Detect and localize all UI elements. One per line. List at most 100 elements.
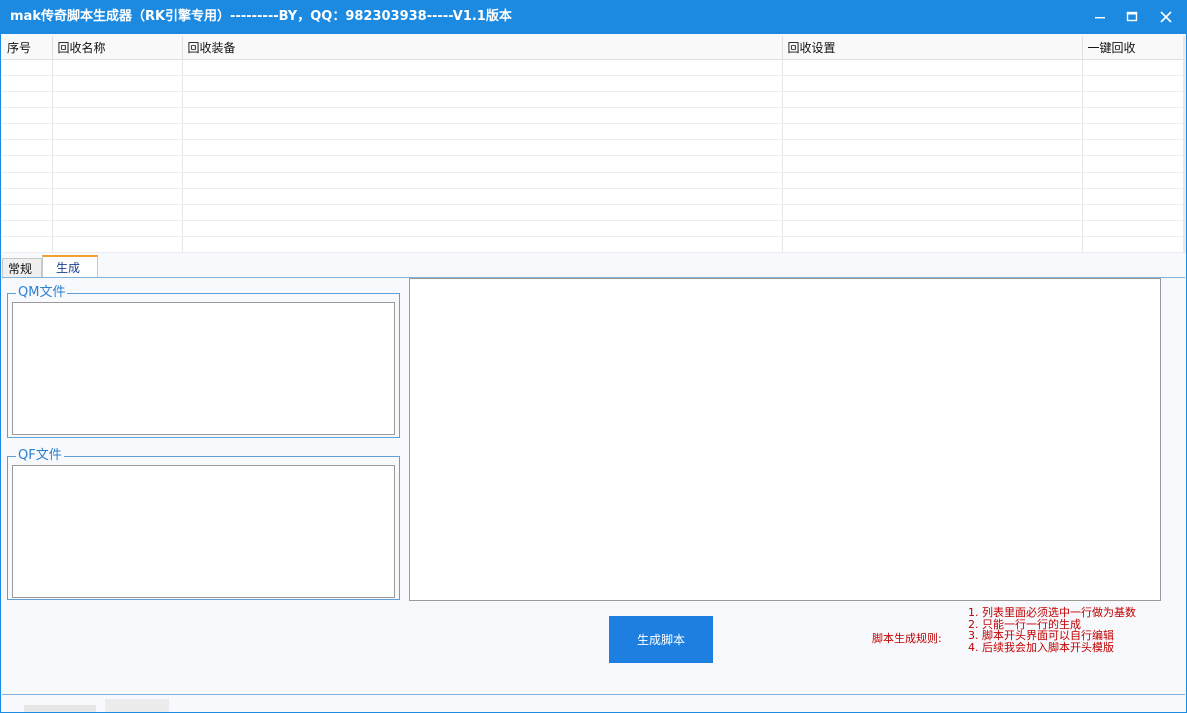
table-row[interactable]: [2, 204, 1184, 221]
table-cell: [2, 172, 53, 189]
tab-generate[interactable]: 生成: [42, 255, 98, 279]
qm-file-textarea[interactable]: [12, 302, 395, 435]
table-cell: [2, 204, 53, 221]
qm-file-label: QM文件: [16, 285, 68, 301]
table-row[interactable]: [2, 220, 1184, 237]
table-cell: [1082, 59, 1184, 77]
column-header-name[interactable]: 回收名称: [52, 36, 183, 60]
table-cell: [782, 236, 1083, 254]
column-header-one-click[interactable]: 一键回收: [1082, 36, 1184, 60]
recycle-grid[interactable]: 序号 回收名称 回收装备 回收设置 一键回收: [2, 36, 1184, 254]
table-row[interactable]: [2, 188, 1184, 205]
table-cell: [52, 107, 183, 125]
rule-item: 3. 脚本开头界面可以自行编辑: [968, 629, 1114, 642]
table-cell: [182, 204, 783, 221]
table-cell: [182, 236, 783, 254]
table-cell: [52, 236, 183, 254]
table-cell: [782, 188, 1083, 205]
table-cell: [782, 59, 1083, 77]
rules-list: 1. 列表里面必须选中一行做为基数 2. 只能一行一行的生成 3. 脚本开头界面…: [968, 607, 1136, 653]
table-cell: [1082, 123, 1184, 141]
table-cell: [2, 75, 53, 93]
window-title: mak传奇脚本生成器（RK引擎专用）---------BY，QQ：9823039…: [10, 9, 512, 24]
table-cell: [1082, 107, 1184, 125]
rules-label: 脚本生成规则:: [872, 632, 942, 645]
table-cell: [52, 59, 183, 77]
table-cell: [1082, 139, 1184, 157]
table-cell: [52, 123, 183, 141]
table-cell: [782, 204, 1083, 221]
table-cell: [1082, 236, 1184, 254]
table-cell: [52, 188, 183, 205]
tab-general[interactable]: 常规: [2, 258, 42, 278]
table-cell: [182, 172, 783, 189]
qm-file-group: QM文件: [7, 285, 400, 438]
maximize-button[interactable]: [1115, 0, 1149, 34]
table-cell: [52, 172, 183, 189]
table-cell: [2, 188, 53, 205]
table-cell: [182, 220, 783, 237]
table-cell: [182, 107, 783, 125]
table-cell: [782, 107, 1083, 125]
table-row[interactable]: [2, 75, 1184, 93]
table-cell: [1082, 188, 1184, 205]
table-cell: [2, 107, 53, 125]
table-cell: [52, 204, 183, 221]
table-cell: [2, 236, 53, 254]
table-cell: [1082, 172, 1184, 189]
generate-script-button[interactable]: 生成脚本: [609, 616, 713, 663]
minimize-button[interactable]: [1083, 0, 1117, 34]
table-cell: [2, 220, 53, 237]
rule-item: 1. 列表里面必须选中一行做为基数: [968, 606, 1136, 619]
table-cell: [2, 59, 53, 77]
table-cell: [2, 139, 53, 157]
maximize-icon: [1126, 11, 1138, 22]
table-row[interactable]: [2, 139, 1184, 157]
close-button[interactable]: [1149, 0, 1183, 34]
table-cell: [782, 139, 1083, 157]
table-cell: [2, 155, 53, 173]
table-cell: [1082, 91, 1184, 109]
table-cell: [782, 172, 1083, 189]
table-cell: [182, 123, 783, 141]
table-row[interactable]: [2, 91, 1184, 109]
table-cell: [782, 123, 1083, 141]
table-cell: [1082, 220, 1184, 237]
qf-file-textarea[interactable]: [12, 465, 395, 598]
grid-header-row: 序号 回收名称 回收装备 回收设置 一键回收: [2, 36, 1184, 60]
column-header-settings[interactable]: 回收设置: [782, 36, 1083, 60]
table-row[interactable]: [2, 172, 1184, 189]
table-row[interactable]: [2, 107, 1184, 125]
table-cell: [1082, 75, 1184, 93]
table-cell: [182, 188, 783, 205]
table-cell: [2, 91, 53, 109]
status-strip: [2, 694, 1185, 713]
table-row[interactable]: [2, 123, 1184, 141]
table-cell: [52, 155, 183, 173]
table-cell: [182, 139, 783, 157]
table-cell: [182, 91, 783, 109]
table-cell: [52, 139, 183, 157]
table-cell: [782, 220, 1083, 237]
table-row[interactable]: [2, 155, 1184, 173]
status-segment: [105, 699, 169, 713]
rule-item: 4. 后续我会加入脚本开头模版: [968, 640, 1114, 654]
qf-file-label: QF文件: [16, 448, 64, 464]
grid-scrollbar[interactable]: [1183, 36, 1186, 253]
minimize-icon: [1095, 17, 1105, 19]
column-header-index[interactable]: 序号: [2, 36, 53, 60]
table-cell: [782, 75, 1083, 93]
table-cell: [182, 59, 783, 77]
table-cell: [52, 91, 183, 109]
title-bar: mak传奇脚本生成器（RK引擎专用）---------BY，QQ：9823039…: [0, 0, 1187, 34]
close-icon: [1160, 11, 1172, 23]
table-row[interactable]: [2, 59, 1184, 77]
table-cell: [782, 155, 1083, 173]
window-frame-left: [0, 34, 1, 713]
table-row[interactable]: [2, 236, 1184, 254]
table-cell: [1082, 155, 1184, 173]
table-cell: [182, 75, 783, 93]
table-cell: [52, 75, 183, 93]
script-output-textarea[interactable]: [409, 278, 1161, 601]
column-header-equipment[interactable]: 回收装备: [182, 36, 783, 60]
